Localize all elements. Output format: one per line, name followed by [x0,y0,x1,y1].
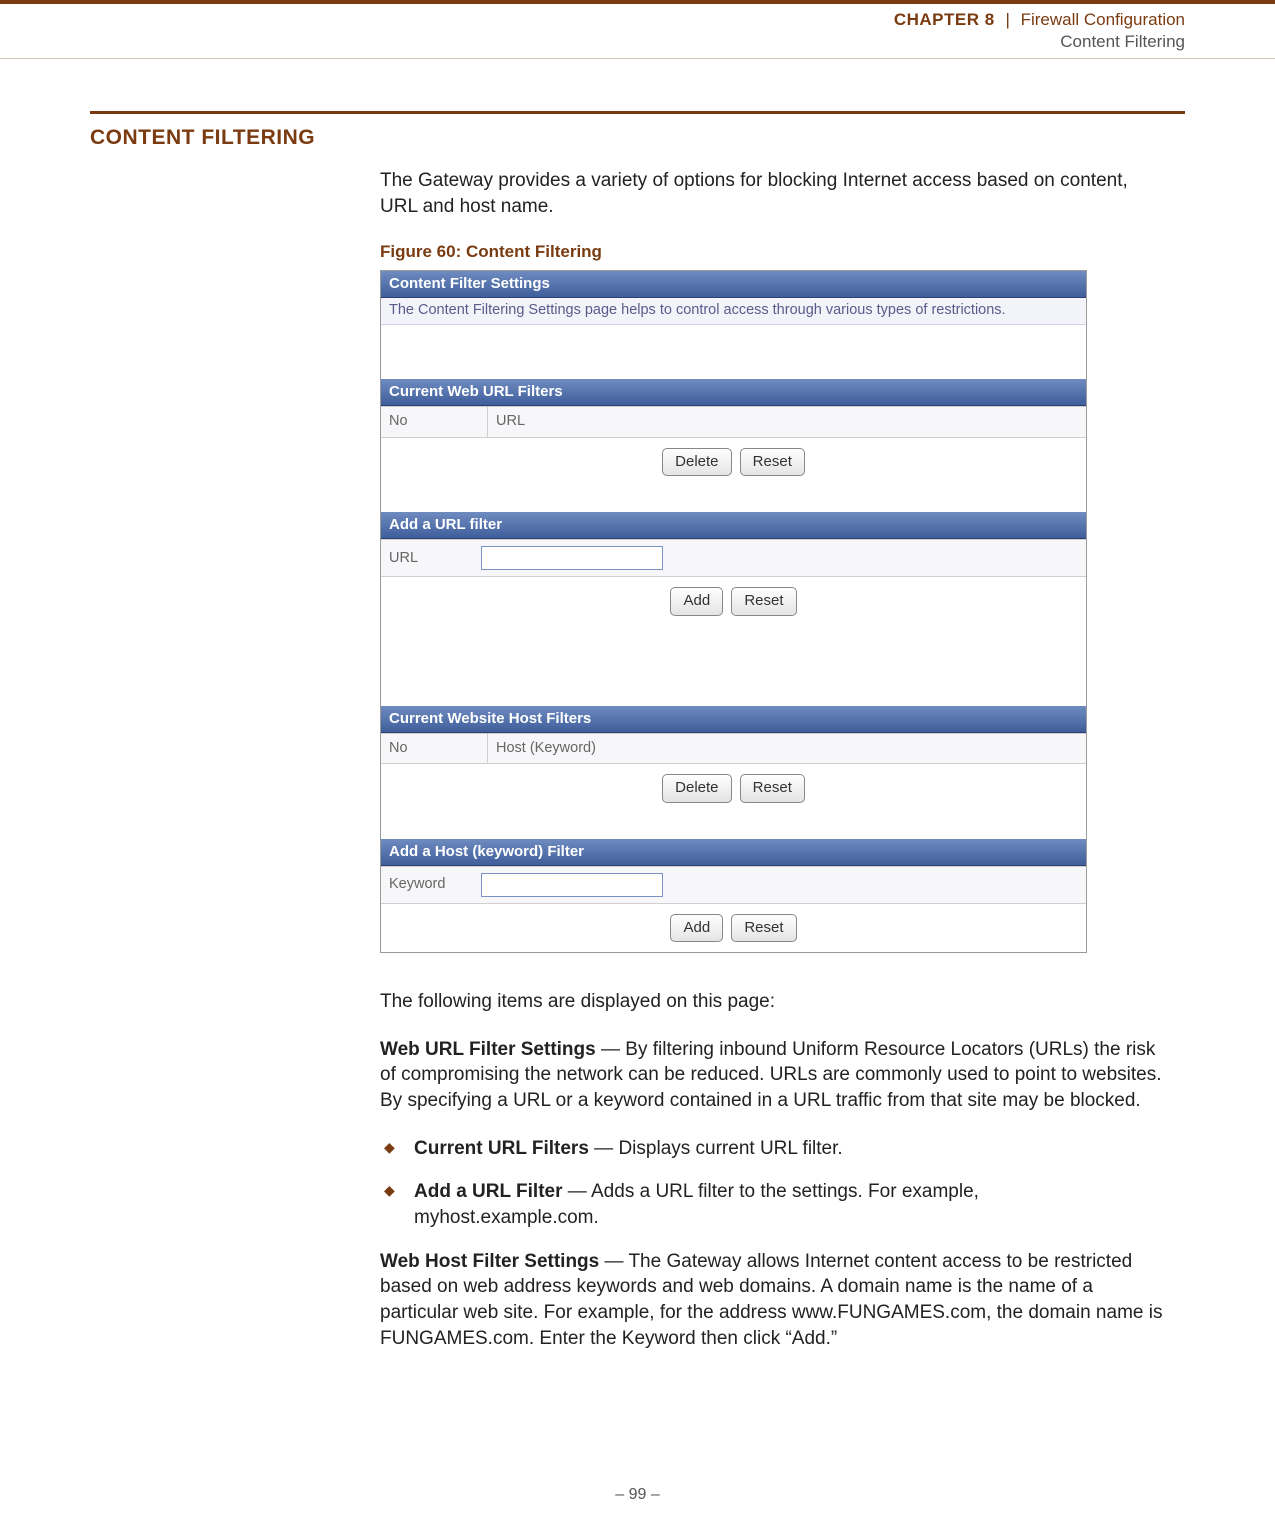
url-input[interactable] [481,546,663,570]
current-url-filters-bold: Current URL Filters [414,1138,589,1159]
web-host-filter-bold: Web Host Filter Settings [380,1251,599,1272]
url-filters-table: No URL [381,406,1086,438]
panel-current-url-filters: Current Web URL Filters [381,379,1086,406]
breadcrumb: Firewall Configuration [1021,10,1185,29]
url-label: URL [389,549,481,569]
section-rule [90,111,1185,114]
post-lead: The following items are displayed on thi… [380,989,1165,1015]
section-title: CONTENT FILTERING [90,126,1275,150]
column-no: No [381,407,488,438]
panel-current-host-filters: Current Website Host Filters [381,706,1086,733]
figure-screenshot: Content Filter Settings The Content Filt… [380,270,1087,953]
list-item: Add a URL Filter — Adds a URL filter to … [380,1179,1165,1230]
keyword-input[interactable] [481,873,663,897]
keyword-label: Keyword [389,875,481,895]
reset-button[interactable]: Reset [740,774,805,802]
delete-button[interactable]: Delete [662,448,731,476]
column-host: Host (Keyword) [488,733,1087,764]
web-url-filter-para: Web URL Filter Settings — By filtering i… [380,1037,1165,1114]
add-button[interactable]: Add [670,914,723,942]
current-url-filters-text: — Displays current URL filter. [589,1138,843,1159]
column-url: URL [488,407,1087,438]
add-url-filter-bold: Add a URL Filter [414,1181,563,1202]
panel-content-filter-settings: Content Filter Settings [381,271,1086,298]
web-host-filter-para: Web Host Filter Settings — The Gateway a… [380,1249,1165,1352]
panel-description: The Content Filtering Settings page help… [381,298,1086,325]
chapter-label: CHAPTER 8 [894,10,995,29]
page-number: – 99 – [0,1486,1275,1504]
list-item: Current URL Filters — Displays current U… [380,1136,1165,1162]
intro-paragraph: The Gateway provides a variety of option… [380,168,1165,219]
page-header: CHAPTER 8 | Firewall Configuration Conte… [0,0,1275,59]
panel-add-host-filter: Add a Host (keyword) Filter [381,839,1086,866]
reset-button[interactable]: Reset [731,587,796,615]
header-subtitle: Content Filtering [0,32,1185,52]
web-url-filter-bold: Web URL Filter Settings [380,1039,596,1060]
host-filters-table: No Host (Keyword) [381,733,1086,765]
reset-button[interactable]: Reset [731,914,796,942]
reset-button[interactable]: Reset [740,448,805,476]
delete-button[interactable]: Delete [662,774,731,802]
figure-caption: Figure 60: Content Filtering [380,241,1165,264]
separator: | [999,10,1015,29]
column-no: No [381,733,488,764]
add-button[interactable]: Add [670,587,723,615]
panel-add-url-filter: Add a URL filter [381,512,1086,539]
